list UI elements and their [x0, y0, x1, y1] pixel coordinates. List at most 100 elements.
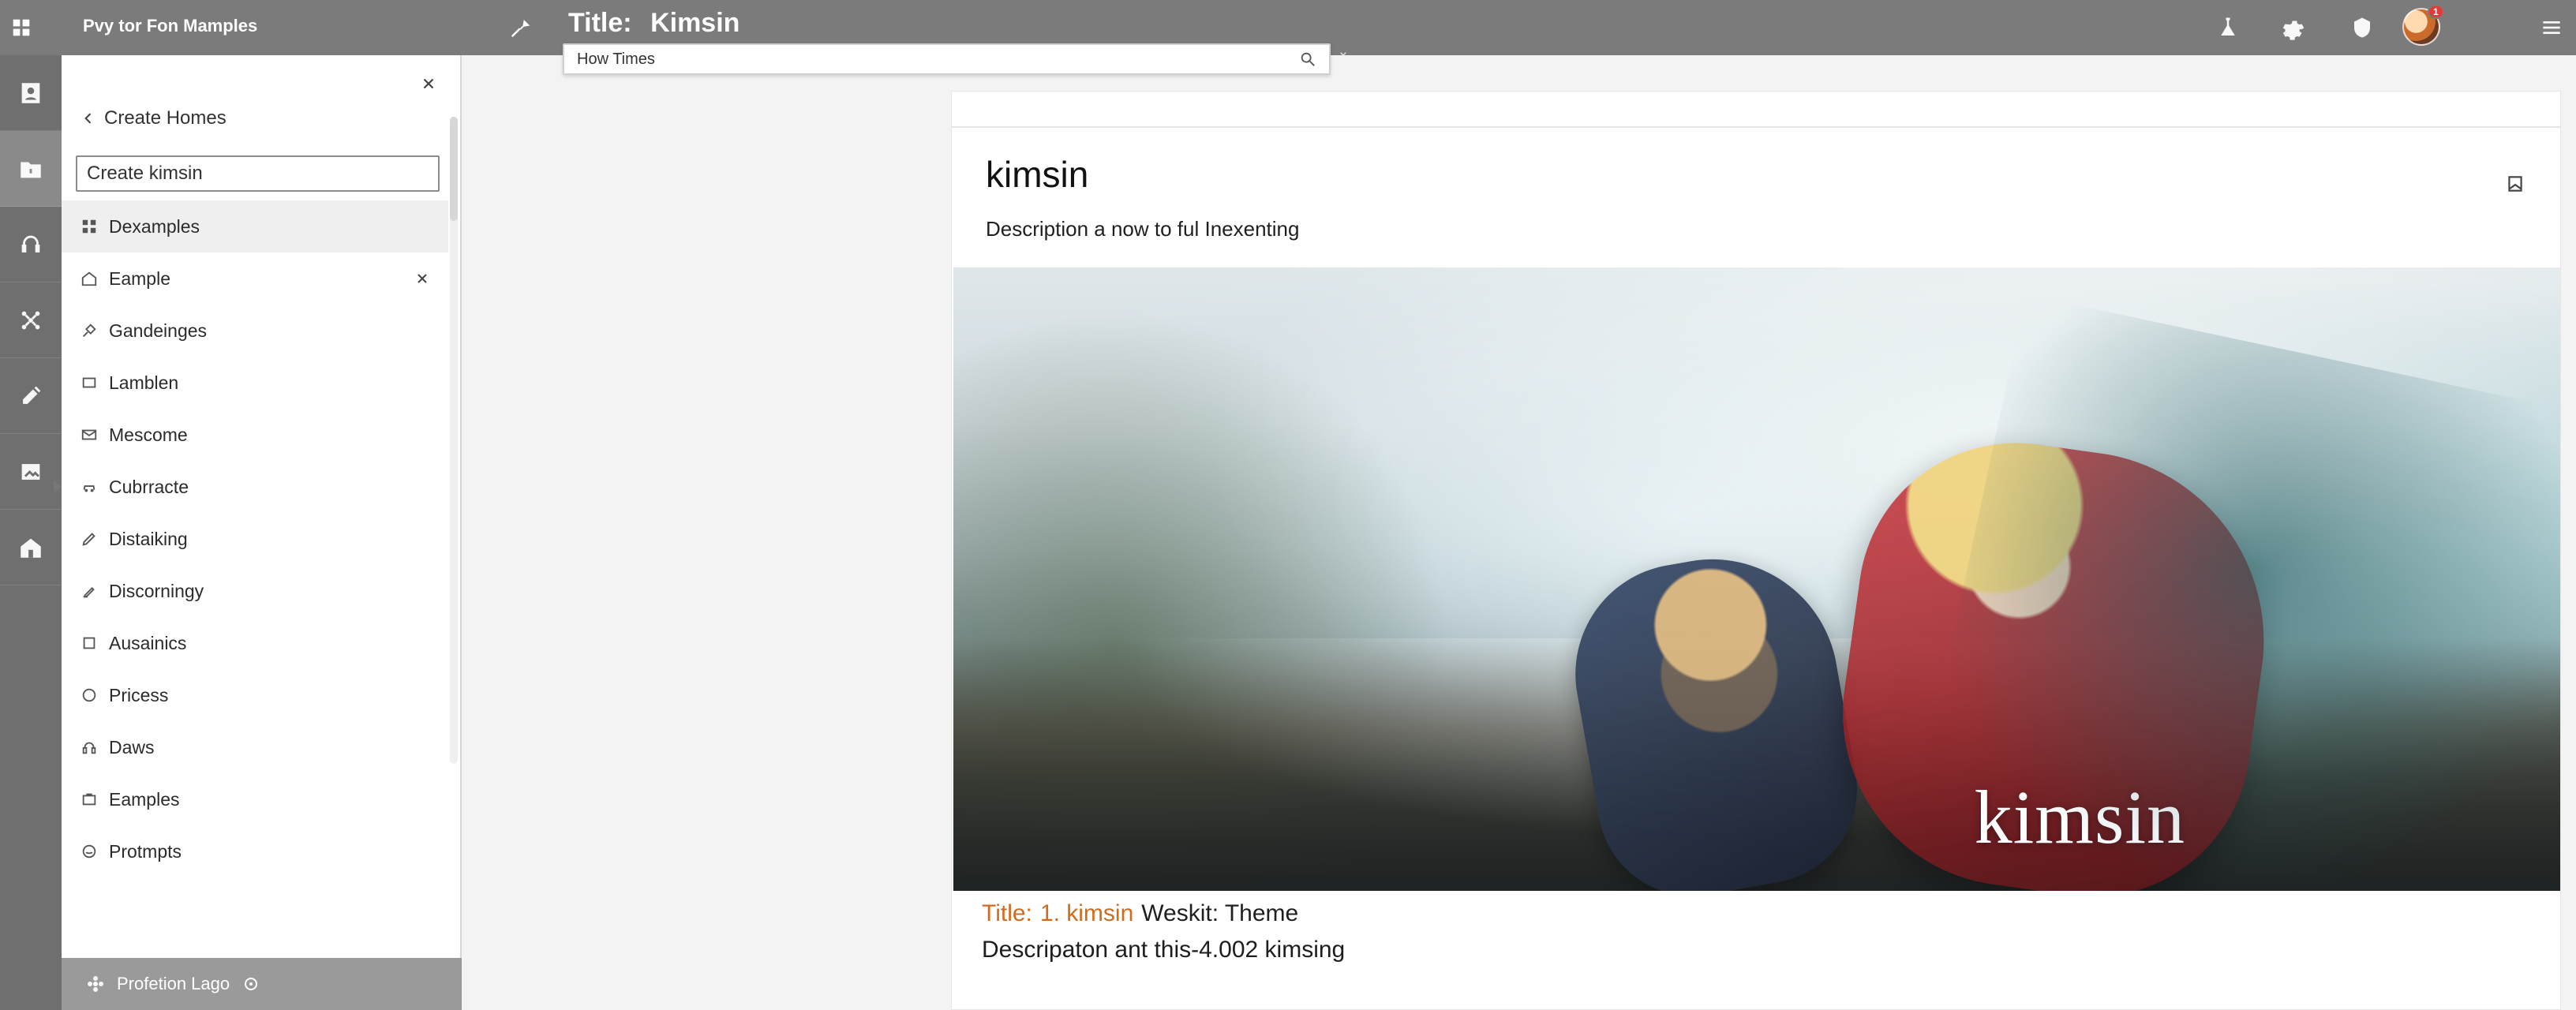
shield-button[interactable] [2347, 13, 2377, 43]
rail-tools-button[interactable] [0, 358, 62, 434]
sidebar-search-input[interactable] [76, 155, 440, 192]
page-title-value: Kimsin [650, 8, 740, 38]
meta-line-1: Title: 1. kimsin Weskit: Theme [982, 900, 2481, 927]
home-icon [21, 538, 41, 558]
card-description: Description a now to ful Inexenting [986, 216, 1300, 241]
tools-icon [23, 386, 41, 404]
sidebar-item-label: Ausainics [109, 632, 187, 653]
rail-folder-button[interactable] [0, 131, 62, 207]
hero-character-right [1820, 422, 2289, 891]
headphones-icon [80, 739, 98, 756]
menu-button[interactable] [2537, 13, 2567, 43]
hero-logo-text: kimsin [1974, 775, 2185, 859]
sidebar-item-label: Pricess [109, 684, 169, 705]
page-title-label: Title: [568, 8, 632, 38]
pin-button[interactable] [505, 12, 537, 43]
sidebar-close-button[interactable] [417, 73, 440, 95]
folder-icon [21, 162, 41, 178]
rail-gallery-button[interactable] [0, 434, 62, 510]
bookmark-icon [2508, 176, 2522, 192]
close-icon [417, 274, 427, 283]
hero-image: kimsin [953, 267, 2560, 891]
sidebar-item-dexamples[interactable]: Dexamples [62, 200, 448, 252]
smile-icon [80, 843, 98, 860]
left-rail [0, 55, 62, 1010]
shield-icon [2354, 17, 2370, 38]
sidebar-item-label: Eamples [109, 788, 180, 810]
sidebar-item-cubrracte[interactable]: Cubrracte [54, 461, 448, 513]
sidebar-item-gandeinges[interactable]: Gandeinges [62, 305, 448, 357]
sidebar-item-lamblen[interactable]: Lamblen [62, 357, 448, 409]
sidebar-nav-list: Dexamples Eample Gandeinges Lamblen Mesc… [54, 200, 448, 877]
sidebar-item-mescome[interactable]: Mescome [62, 409, 448, 461]
pen-icon [80, 530, 98, 548]
app-title: Pvy tor Fon Mamples [83, 16, 258, 36]
apps-icon [13, 19, 30, 36]
mail-icon [80, 426, 98, 443]
pin-icon [511, 18, 530, 38]
rail-contacts-button[interactable] [0, 55, 62, 131]
sidebar-item-marker [54, 481, 62, 493]
sidebar-item-label: Eample [109, 267, 170, 289]
sidebar-item-label: Dexamples [109, 215, 200, 237]
create-homes-link[interactable]: Create Homes [80, 107, 227, 129]
briefcase-icon [80, 791, 98, 808]
sidebar-item-label: Discorningy [109, 580, 204, 601]
card-top-strip [952, 92, 2560, 128]
meta-title-label: Title: [982, 900, 1032, 926]
sidebar-item-eample[interactable]: Eample [62, 252, 448, 305]
top-left-area: Pvy tor Fon Mamples Title: Kimsin [0, 0, 739, 55]
sidebar-item-distaiking[interactable]: Distaiking [62, 513, 448, 565]
gallery-icon [21, 463, 40, 480]
sidebar-item-label: Mescome [109, 424, 188, 445]
meta-title-accent: 1. kimsin [1039, 900, 1134, 926]
sidebar-item-pricess[interactable]: Pricess [62, 669, 448, 721]
headset-icon [21, 235, 40, 252]
home-icon [80, 270, 98, 287]
sidebar-item-discorningy[interactable]: Discorningy [62, 565, 448, 617]
car-icon [80, 478, 98, 496]
create-homes-label: Create Homes [104, 107, 227, 129]
sidebar-item-protmpts[interactable]: Protmpts [62, 825, 448, 877]
brush-icon [80, 322, 98, 339]
rail-home-button[interactable] [0, 510, 62, 585]
top-search-bar[interactable] [563, 43, 1331, 75]
page-title: Title: Kimsin [568, 8, 739, 39]
arrow-left-icon [84, 113, 92, 124]
main-area: kimsin Description a now to ful Inexenti… [462, 55, 2576, 1010]
settings-icon[interactable] [241, 974, 261, 994]
sidebar-item-label: Lamblen [109, 372, 179, 393]
search-dropdown-icon [1340, 52, 1346, 56]
sidebar-item-ausainics[interactable]: Ausainics [62, 617, 448, 669]
rail-network-button[interactable] [0, 282, 62, 358]
meta-title-rest: Weskit: Theme [1141, 900, 1299, 926]
search-input[interactable] [575, 49, 1297, 69]
footer-label: Profetion Lago [117, 974, 230, 993]
menu-icon [2543, 21, 2560, 34]
flask-button[interactable] [2213, 13, 2243, 43]
settings-button[interactable] [2278, 13, 2308, 43]
card-title: kimsin [986, 154, 1089, 195]
meta-line-2: Descripaton ant this-4.002 kimsing [982, 937, 1346, 963]
gear-icon [2282, 21, 2305, 40]
sidebar-item-remove-button[interactable] [412, 268, 432, 289]
sidebar-scrollbar-thumb[interactable] [450, 117, 458, 221]
sidebar-footer: Profetion Lago [62, 958, 462, 1010]
sidebar-item-label: Protmpts [109, 840, 182, 862]
square-icon [80, 634, 98, 652]
app-grid-button[interactable] [8, 14, 35, 41]
flask-icon [2221, 17, 2235, 36]
flower-icon [85, 974, 106, 994]
pencil-icon [80, 582, 98, 600]
top-right-actions: 1 [2166, 0, 2576, 55]
rectangle-icon [80, 374, 98, 391]
sidebar-item-label: Gandeinges [109, 320, 208, 341]
sidebar-item-daws[interactable]: Daws [62, 721, 448, 773]
search-icon[interactable] [1297, 49, 1318, 69]
rail-support-button[interactable] [0, 207, 62, 282]
close-icon [423, 78, 434, 89]
network-icon [21, 311, 40, 329]
sidebar-item-eamples[interactable]: Eamples [62, 773, 448, 825]
content-card: kimsin Description a now to ful Inexenti… [951, 91, 2561, 1010]
bookmark-button[interactable] [2502, 170, 2529, 197]
